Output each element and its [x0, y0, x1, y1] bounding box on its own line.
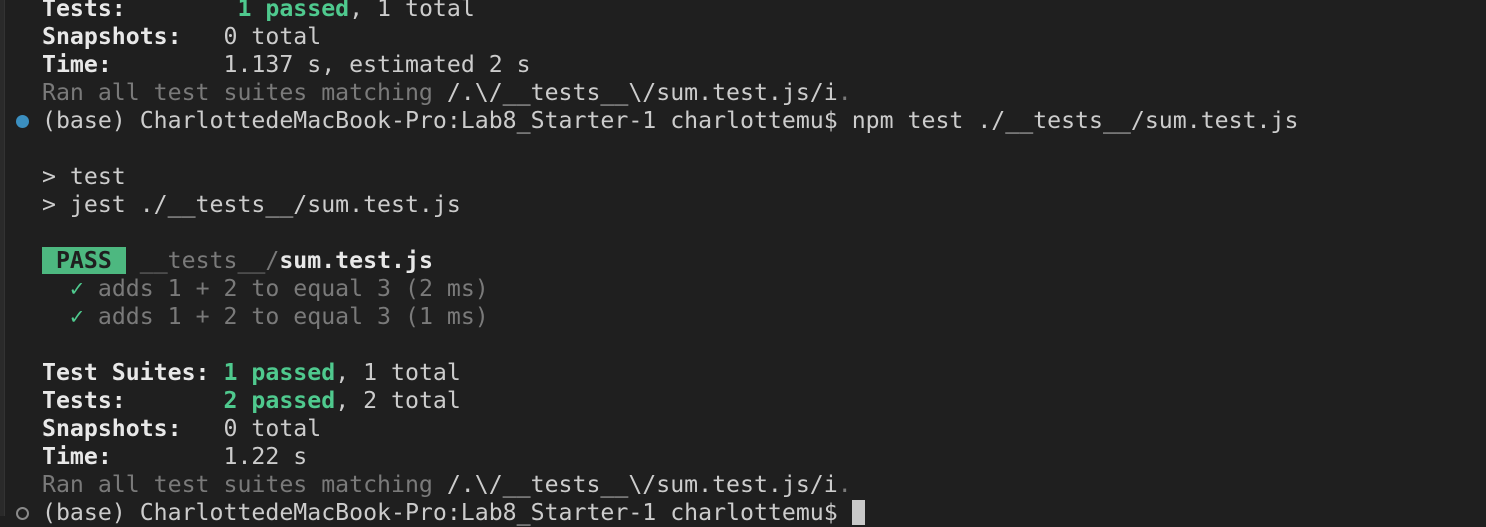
tests-line: Tests: 2 passed, 2 total [42, 387, 1298, 415]
value: 0 total [223, 23, 322, 50]
prompt-line: (base) CharlottedeMacBook-Pro:Lab8_Start… [16, 499, 1298, 527]
value: 1.22 s [223, 443, 308, 470]
command-text: npm test ./__tests__/sum.test.js [851, 107, 1299, 134]
label: Test Suites: [42, 359, 210, 386]
prompt: (base) CharlottedeMacBook-Pro:Lab8_Start… [42, 107, 852, 134]
test-case: ✓ adds 1 + 2 to equal 3 (1 ms) [42, 303, 1298, 331]
prompt: (base) CharlottedeMacBook-Pro:Lab8_Start… [42, 499, 852, 526]
script-line: > test [42, 163, 126, 190]
pass-badge: PASS [42, 247, 126, 274]
pattern: /.\/__tests__\/sum.test.js/i [446, 79, 838, 106]
prev-time-line: Time: 1.137 s, estimated 2 s [42, 51, 1298, 79]
ran-text: Ran all test suites matching [42, 79, 447, 106]
label: Tests: [42, 0, 126, 22]
cursor [851, 500, 865, 525]
suites-line: Test Suites: 1 passed, 1 total [42, 359, 1298, 387]
label: Time: [42, 51, 112, 78]
value: 1.137 s, estimated 2 s [223, 51, 531, 78]
end: . [837, 471, 852, 498]
time-line: Time: 1.22 s [42, 443, 1298, 471]
prev-snapshots-line: Snapshots: 0 total [42, 23, 1298, 51]
total: , 2 total [335, 387, 461, 414]
terminal-output[interactable]: Tests: 1 passed, 1 total Snapshots: 0 to… [16, 0, 1299, 527]
total: , 1 total [349, 0, 475, 22]
ran-line: Ran all test suites matching /.\/__tests… [42, 471, 1298, 499]
passed: 1 passed [237, 0, 350, 22]
prompt-status-circle-icon[interactable] [16, 507, 29, 520]
label: Snapshots: [42, 415, 182, 442]
terminal-gutter [0, 0, 5, 516]
passed: 1 passed [223, 359, 336, 386]
snapshots-line: Snapshots: 0 total [42, 415, 1298, 443]
total: , 1 total [335, 359, 461, 386]
prev-ran-line: Ran all test suites matching /.\/__tests… [42, 79, 1298, 107]
result-line: PASS __tests__/sum.test.js [42, 247, 1298, 275]
test-text: adds 1 + 2 to equal 3 (2 ms) [97, 275, 489, 302]
check-icon: ✓ [69, 303, 84, 330]
label: Time: [42, 443, 112, 470]
test-case: ✓ adds 1 + 2 to equal 3 (2 ms) [42, 275, 1298, 303]
check-icon: ✓ [69, 275, 84, 302]
command-line: (base) CharlottedeMacBook-Pro:Lab8_Start… [16, 107, 1299, 135]
prev-tests-line: Tests: 1 passed, 1 total [42, 0, 1298, 23]
pattern: /.\/__tests__\/sum.test.js/i [446, 471, 838, 498]
test-text: adds 1 + 2 to equal 3 (1 ms) [97, 303, 489, 330]
command-status-dot-icon[interactable] [16, 115, 29, 128]
passed: 2 passed [223, 387, 336, 414]
test-file: sum.test.js [279, 247, 433, 274]
end: . [837, 79, 852, 106]
ran-text: Ran all test suites matching [42, 471, 447, 498]
test-dir: __tests__/ [139, 247, 280, 274]
script-line: > jest ./__tests__/sum.test.js [42, 191, 461, 218]
label: Snapshots: [42, 23, 182, 50]
value: 0 total [223, 415, 322, 442]
label: Tests: [42, 387, 126, 414]
